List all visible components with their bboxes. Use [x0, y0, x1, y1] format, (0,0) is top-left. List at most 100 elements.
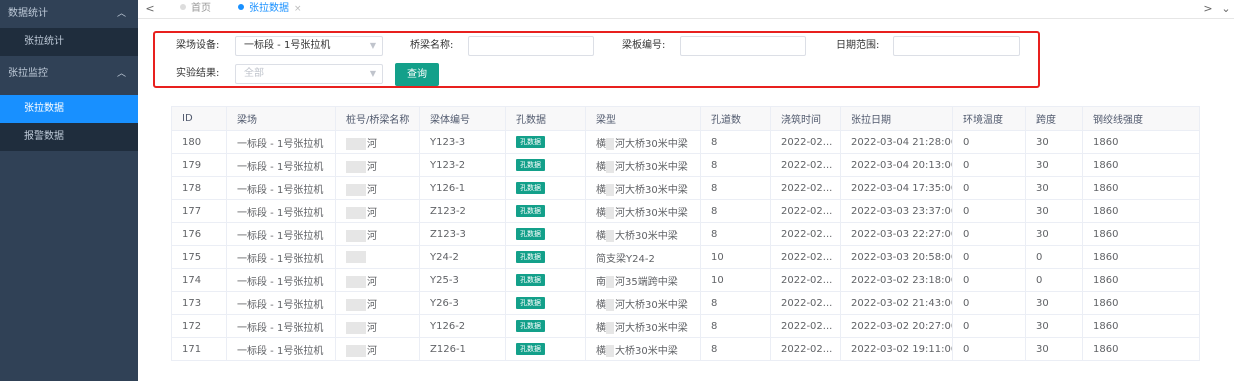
chevron-down-icon[interactable]: ⌄ — [1218, 0, 1234, 18]
table-row[interactable]: 179 一标段 - 1号张拉机 河 Y123-2 孔数据 横河大桥30米中梁 8 2022-0… — [171, 153, 1200, 177]
cell-hole-data: 孔数据 — [505, 291, 586, 315]
tab-tension-data[interactable]: 张拉数据 × — [228, 0, 310, 18]
cell-strand-strength: 1860 — [1082, 130, 1200, 154]
table-row[interactable]: 175 一标段 - 1号张拉机 Y24-2 孔数据 简支梁Y24-2 10 2022-02.… — [171, 245, 1200, 269]
hole-data-tag[interactable]: 孔数据 — [516, 274, 545, 286]
hole-data-tag[interactable]: 孔数据 — [516, 182, 545, 194]
cell-span: 0 — [1025, 268, 1083, 292]
cell-tension-date-text: 2022-03-02 19:11:00 — [851, 343, 953, 355]
col-header-tension-date: 张拉日期 — [840, 106, 953, 131]
table-header-row: ID 梁场 桩号/桥梁名称 梁体编号 孔数据 梁型 孔道数 浇筑时间 张拉日期 … — [171, 106, 1200, 131]
query-button[interactable]: 查询 — [395, 63, 439, 86]
hole-data-tag[interactable]: 孔数据 — [516, 320, 545, 332]
cell-hole-count: 8 — [700, 291, 771, 315]
col-header-temperature: 环境温度 — [952, 106, 1026, 131]
cell-hole-data: 孔数据 — [505, 153, 586, 177]
cell-yard: 一标段 - 1号张拉机 — [226, 337, 336, 361]
cell-bridge-text: 河 — [367, 299, 377, 311]
cell-beam-type-prefix: 横 — [596, 345, 606, 357]
redacted-block — [606, 344, 614, 357]
hole-data-tag[interactable]: 孔数据 — [516, 251, 545, 263]
cell-beam-type: 横大桥30米中梁 — [585, 222, 701, 246]
cell-temperature-text: 0 — [963, 159, 970, 171]
redacted-block — [346, 137, 366, 150]
table-row[interactable]: 176 一标段 - 1号张拉机 河 Z123-3 孔数据 横大桥30米中梁 8 2022-02… — [171, 222, 1200, 246]
redacted-block — [346, 344, 366, 357]
sidebar-item-alarm-data[interactable]: 报警数据 — [0, 123, 138, 151]
cell-yard-text: 一标段 - 1号张拉机 — [237, 138, 324, 150]
cell-pour-time-text: 2022-02... — [781, 205, 833, 217]
cell-yard: 一标段 - 1号张拉机 — [226, 291, 336, 315]
cell-strand-strength: 1860 — [1082, 245, 1200, 269]
cell-beam-no: Y24-2 — [419, 245, 506, 269]
tab-label: 首页 — [191, 3, 211, 14]
tab-home[interactable]: 首页 — [170, 0, 219, 18]
redacted-block — [346, 206, 366, 219]
cell-hole-count-text: 8 — [711, 228, 718, 240]
beam-yard-select[interactable]: 一标段 - 1号张拉机 ▼ — [235, 36, 383, 56]
bridge-name-label: 桥梁名称: — [410, 40, 454, 51]
cell-id-text: 173 — [182, 297, 202, 309]
hole-data-tag[interactable]: 孔数据 — [516, 136, 545, 148]
redacted-block — [606, 137, 614, 150]
cell-yard: 一标段 - 1号张拉机 — [226, 222, 336, 246]
cell-pour-time: 2022-02... — [770, 291, 841, 315]
cell-pour-time-text: 2022-02... — [781, 251, 833, 263]
scroll-left-icon[interactable]: < — [142, 0, 158, 18]
hole-data-tag[interactable]: 孔数据 — [516, 205, 545, 217]
hole-data-tag[interactable]: 孔数据 — [516, 159, 545, 171]
cell-bridge: 河 — [335, 199, 420, 223]
sidebar-item-label: 张拉数据 — [24, 103, 64, 114]
close-icon[interactable]: × — [294, 4, 302, 14]
table-row[interactable]: 178 一标段 - 1号张拉机 河 Y126-1 孔数据 横河大桥30米中梁 8 2022-0… — [171, 176, 1200, 200]
date-range-input[interactable] — [893, 36, 1020, 56]
chevron-down-icon: ▼ — [369, 41, 376, 50]
cell-pour-time-text: 2022-02... — [781, 274, 833, 286]
sidebar-item-tension-stats[interactable]: 张拉统计 — [0, 28, 138, 56]
hole-data-tag[interactable]: 孔数据 — [516, 228, 545, 240]
cell-temperature-text: 0 — [963, 274, 970, 286]
cell-beam-no: Z123-3 — [419, 222, 506, 246]
redacted-block — [346, 298, 366, 311]
table-row[interactable]: 174 一标段 - 1号张拉机 河 Y25-3 孔数据 南河35端跨中梁 10 2022-02… — [171, 268, 1200, 292]
cell-tension-date-text: 2022-03-03 23:37:00 — [851, 205, 953, 217]
hole-data-tag[interactable]: 孔数据 — [516, 297, 545, 309]
menu-group-label: 张拉监控 — [8, 68, 48, 79]
cell-strand-strength-text: 1860 — [1093, 136, 1119, 148]
cell-yard-text: 一标段 - 1号张拉机 — [237, 184, 324, 196]
cell-temperature: 0 — [952, 222, 1026, 246]
table-row[interactable]: 180 一标段 - 1号张拉机 河 Y123-3 孔数据 横河大桥30米中梁 8 2022-0… — [171, 130, 1200, 154]
plate-no-input[interactable] — [680, 36, 806, 56]
cell-beam-no-text: Z123-2 — [430, 205, 466, 217]
cell-temperature-text: 0 — [963, 136, 970, 148]
sidebar-item-tension-data[interactable]: 张拉数据 — [0, 95, 138, 123]
cell-pour-time-text: 2022-02... — [781, 228, 833, 240]
scroll-right-icon[interactable]: > — [1200, 0, 1216, 18]
cell-hole-count: 8 — [700, 314, 771, 338]
cell-tension-date-text: 2022-03-03 22:27:00 — [851, 228, 953, 240]
cell-beam-type: 横河大桥30米中梁 — [585, 130, 701, 154]
cell-id: 180 — [171, 130, 227, 154]
result-select[interactable]: 全部 ▼ — [235, 64, 383, 84]
redacted-block — [346, 251, 366, 263]
menu-group-monitoring[interactable]: 张拉监控 ︿ — [0, 60, 138, 88]
cell-hole-count: 10 — [700, 268, 771, 292]
hole-data-tag[interactable]: 孔数据 — [516, 343, 545, 355]
chevron-down-icon: ▼ — [369, 69, 376, 78]
bridge-name-input[interactable] — [468, 36, 594, 56]
cell-id: 177 — [171, 199, 227, 223]
cell-beam-type-text: 河大桥30米中梁 — [615, 299, 688, 311]
cell-span: 0 — [1025, 245, 1083, 269]
cell-yard: 一标段 - 1号张拉机 — [226, 176, 336, 200]
table-row[interactable]: 177 一标段 - 1号张拉机 河 Z123-2 孔数据 横河大桥30米中梁 8 2022-0… — [171, 199, 1200, 223]
table-row[interactable]: 172 一标段 - 1号张拉机 河 Y126-2 孔数据 横河大桥30米中梁 8 2022-0… — [171, 314, 1200, 338]
menu-group-statistics[interactable]: 数据统计 ︿ — [0, 0, 138, 28]
cell-temperature-text: 0 — [963, 320, 970, 332]
cell-id-text: 175 — [182, 251, 202, 263]
cell-beam-type-text: 大桥30米中梁 — [615, 230, 678, 242]
table-row[interactable]: 173 一标段 - 1号张拉机 河 Y26-3 孔数据 横河大桥30米中梁 8 2022-02… — [171, 291, 1200, 315]
table-row[interactable]: 171 一标段 - 1号张拉机 河 Z126-1 孔数据 横大桥30米中梁 8 2022-02… — [171, 337, 1200, 361]
col-header-id: ID — [171, 106, 227, 131]
cell-bridge-text: 河 — [367, 184, 377, 196]
cell-beam-type: 横河大桥30米中梁 — [585, 176, 701, 200]
